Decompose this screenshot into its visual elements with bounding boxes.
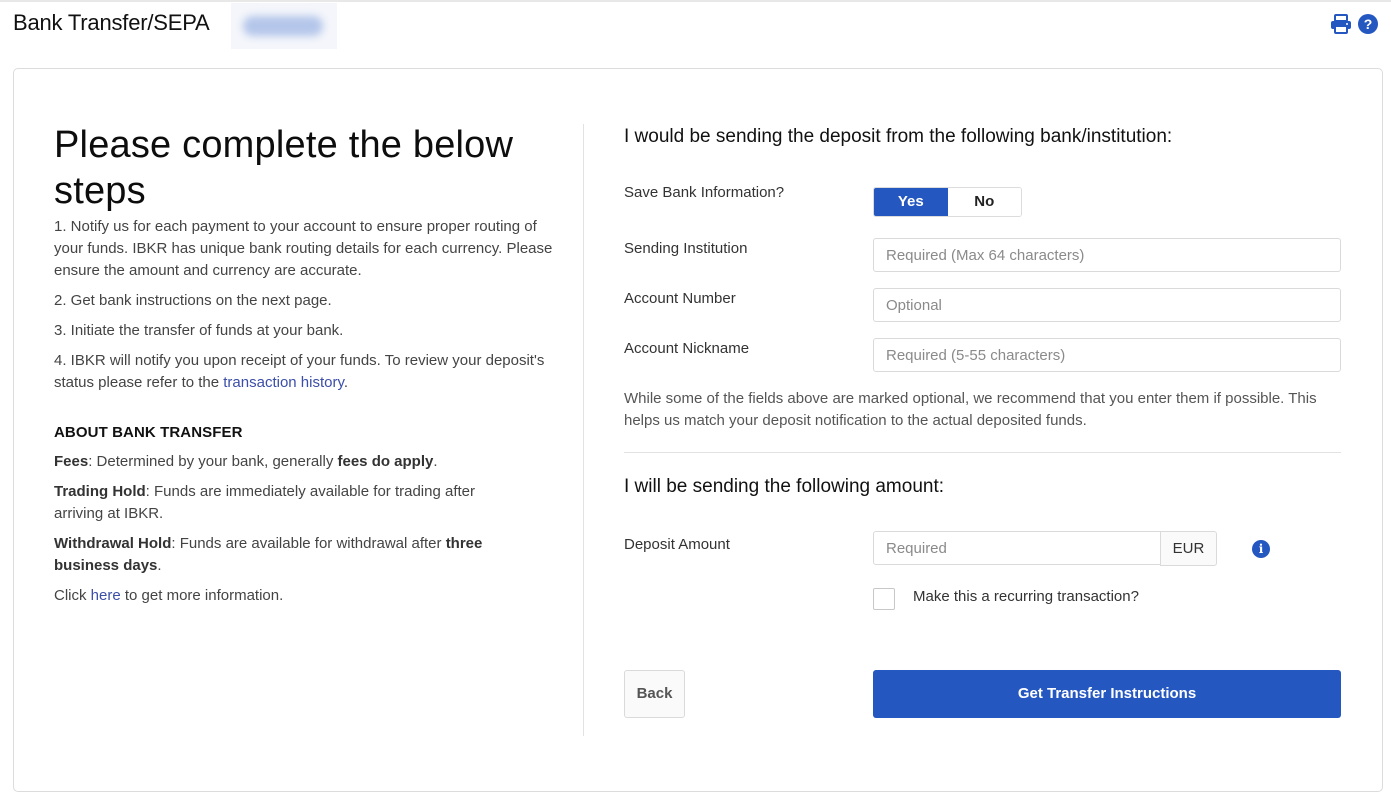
currency-addon: EUR bbox=[1160, 531, 1217, 566]
transaction-history-link[interactable]: transaction history bbox=[223, 374, 344, 391]
fees-bold: fees do apply bbox=[337, 453, 434, 470]
section-divider bbox=[624, 452, 1341, 453]
back-button[interactable]: Back bbox=[624, 670, 685, 718]
account-number-label: Account Number bbox=[624, 290, 736, 307]
fees-label: Fees bbox=[54, 453, 89, 470]
more-info-link[interactable]: here bbox=[91, 587, 121, 604]
trading-hold-label: Trading Hold bbox=[54, 483, 146, 500]
column-divider bbox=[583, 124, 584, 736]
instructions-heading: Please complete the below steps bbox=[54, 124, 514, 212]
get-transfer-instructions-button[interactable]: Get Transfer Instructions bbox=[873, 670, 1341, 718]
step-3: 3. Initiate the transfer of funds at you… bbox=[54, 322, 344, 339]
deposit-amount-input[interactable] bbox=[873, 531, 1161, 565]
fees-suffix: . bbox=[433, 453, 438, 470]
recurring-label[interactable]: Make this a recurring transaction? bbox=[913, 588, 1139, 605]
withdrawal-hold-suffix: . bbox=[157, 557, 162, 574]
sending-institution-label: Sending Institution bbox=[624, 240, 748, 257]
step-4: 4. IBKR will notify you upon receipt of … bbox=[54, 350, 554, 394]
amount-section-title: I will be sending the following amount: bbox=[624, 476, 945, 497]
more-info: Click here to get more information. bbox=[54, 585, 554, 607]
account-id-redacted bbox=[231, 3, 337, 49]
account-nickname-label: Account Nickname bbox=[624, 340, 750, 357]
fees-text: : Determined by your bank, generally bbox=[88, 453, 338, 470]
redaction-blur bbox=[243, 16, 323, 36]
optional-fields-note: While some of the fields above are marke… bbox=[624, 390, 1317, 429]
withdrawal-hold-text: : Funds are available for withdrawal aft… bbox=[171, 535, 446, 552]
print-icon[interactable] bbox=[1330, 14, 1352, 34]
save-bank-no-button[interactable]: No bbox=[947, 188, 1021, 216]
page-header: Bank Transfer/SEPA ? bbox=[0, 0, 1391, 52]
bank-section-title: I would be sending the deposit from the … bbox=[624, 126, 1173, 147]
instructions-panel: Please complete the below steps 1. Notif… bbox=[54, 122, 554, 607]
account-number-input[interactable] bbox=[873, 288, 1341, 322]
more-info-suffix: to get more information. bbox=[120, 587, 284, 604]
step-4-suffix: . bbox=[343, 374, 349, 391]
help-icon[interactable]: ? bbox=[1358, 14, 1378, 34]
account-nickname-input[interactable] bbox=[873, 338, 1341, 372]
page-title: Bank Transfer/SEPA bbox=[13, 10, 210, 35]
more-info-prefix: Click bbox=[54, 587, 91, 604]
sending-institution-input[interactable] bbox=[873, 238, 1341, 272]
recurring-checkbox[interactable] bbox=[873, 588, 895, 610]
deposit-amount-label: Deposit Amount bbox=[624, 536, 730, 553]
save-bank-label: Save Bank Information? bbox=[624, 184, 785, 201]
about-heading: ABOUT BANK TRANSFER bbox=[54, 424, 243, 441]
withdrawal-hold-info: Withdrawal Hold: Funds are available for… bbox=[54, 533, 554, 577]
save-bank-toggle[interactable]: Yes No bbox=[873, 187, 1022, 217]
fees-info: Fees: Determined by your bank, generally… bbox=[54, 451, 554, 473]
step-2: 2. Get bank instructions on the next pag… bbox=[54, 292, 332, 309]
withdrawal-hold-label: Withdrawal Hold bbox=[54, 535, 172, 552]
save-bank-yes-button[interactable]: Yes bbox=[874, 188, 948, 216]
info-icon[interactable]: i bbox=[1252, 540, 1270, 558]
step-1: 1. Notify us for each payment to your ac… bbox=[54, 218, 553, 279]
trading-hold-info: Trading Hold: Funds are immediately avai… bbox=[54, 481, 554, 525]
